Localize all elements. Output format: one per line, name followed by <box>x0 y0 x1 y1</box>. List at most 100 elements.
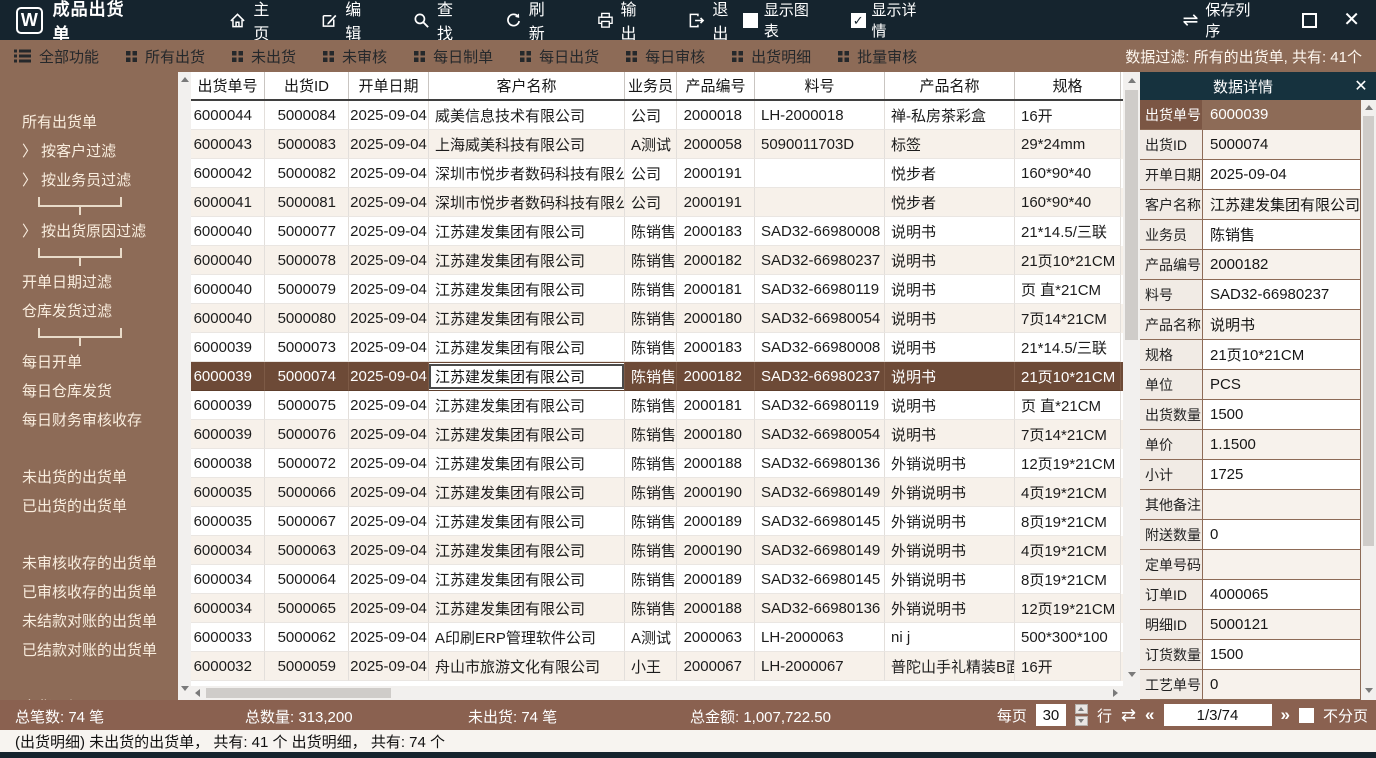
table-cell[interactable]: 5000067 <box>265 507 349 536</box>
detail-field-row[interactable]: 工艺单号0 <box>1140 670 1360 699</box>
toolbar-item-7[interactable]: 出货明细 <box>732 46 811 67</box>
scroll-up-icon[interactable] <box>181 77 189 82</box>
table-cell[interactable]: 说明书 <box>885 275 1015 304</box>
table-row[interactable]: 600003450000652025-09-04江苏建发集团有限公司陈销售200… <box>191 594 1123 623</box>
table-cell[interactable]: 5000072 <box>265 449 349 478</box>
table-cell[interactable]: 5000063 <box>265 536 349 565</box>
table-cell[interactable]: 江苏建发集团有限公司 <box>429 420 625 449</box>
toolbar-item-6[interactable]: 每日审核 <box>626 46 705 67</box>
table-cell[interactable]: 公司 <box>625 101 677 130</box>
table-cell[interactable]: SAD32-66980237 <box>755 362 885 391</box>
table-cell[interactable]: 2025-09-04 <box>349 159 429 188</box>
table-cell[interactable]: 12页19*21CM <box>1015 594 1121 623</box>
table-cell[interactable]: 2000180 <box>677 304 755 333</box>
column-header[interactable]: 料号 <box>755 72 885 99</box>
table-cell[interactable]: 陈销售 <box>625 275 677 304</box>
toolbar-item-3[interactable]: 未审核 <box>323 46 387 67</box>
table-cell[interactable]: 江苏建发集团有限公司 <box>429 565 625 594</box>
table-row[interactable]: 600004150000812025-09-04深圳市悦步者数码科技有限公司公司… <box>191 188 1123 217</box>
table-cell[interactable]: 5000073 <box>265 333 349 362</box>
table-cell[interactable]: 陈销售 <box>625 246 677 275</box>
table-cell[interactable]: 外销说明书 <box>885 449 1015 478</box>
menu-item-print[interactable]: 输出 <box>597 0 652 44</box>
sidebar-item[interactable]: 〉 按客户过滤 <box>0 137 178 166</box>
save-column-order-button[interactable]: ⇌ 保存列序 <box>1182 0 1264 41</box>
table-cell[interactable]: 外销说明书 <box>885 507 1015 536</box>
sidebar-item[interactable]: 所有出货单 <box>0 108 178 137</box>
table-cell[interactable]: 5000079 <box>265 275 349 304</box>
table-cell[interactable]: 陈销售 <box>625 304 677 333</box>
sidebar-item[interactable]: 〉 按出货原因过滤 <box>0 217 178 246</box>
table-cell[interactable]: 说明书 <box>885 217 1015 246</box>
sidebar-item[interactable]: 已出货的出货单 <box>0 492 178 521</box>
table-cell[interactable]: 2000067 <box>677 652 755 681</box>
table-row[interactable]: 600004050000802025-09-04江苏建发集团有限公司陈销售200… <box>191 304 1123 333</box>
table-cell[interactable]: 5000082 <box>265 159 349 188</box>
table-cell[interactable]: SAD32-66980119 <box>755 391 885 420</box>
detail-field-row[interactable]: 订货数量1500 <box>1140 640 1360 669</box>
table-cell[interactable]: 外销说明书 <box>885 478 1015 507</box>
per-page-input[interactable]: 30 <box>1036 704 1066 726</box>
table-cell[interactable]: 2000181 <box>677 391 755 420</box>
table-cell[interactable]: 21页10*21CM <box>1015 362 1121 391</box>
table-cell[interactable]: 公司 <box>625 188 677 217</box>
table-row[interactable]: 600004050000782025-09-04江苏建发集团有限公司陈销售200… <box>191 246 1123 275</box>
table-cell[interactable]: SAD32-66980145 <box>755 507 885 536</box>
toolbar-item-0[interactable]: 全部功能 <box>14 46 99 67</box>
table-cell[interactable]: 6000039 <box>191 362 265 391</box>
table-cell[interactable]: 深圳市悦步者数码科技有限公司 <box>429 159 625 188</box>
sidebar-item[interactable]: 未出货的出货单 <box>0 463 178 492</box>
table-row[interactable]: 600003550000662025-09-04江苏建发集团有限公司陈销售200… <box>191 478 1123 507</box>
table-cell[interactable]: 5000078 <box>265 246 349 275</box>
table-cell[interactable]: 外销说明书 <box>885 594 1015 623</box>
column-header[interactable]: 产品编号 <box>677 72 755 99</box>
table-cell[interactable]: SAD32-66980145 <box>755 565 885 594</box>
scroll-left-icon[interactable] <box>195 689 200 697</box>
table-cell[interactable]: A印刷ERP管理软件公司 <box>429 623 625 652</box>
table-cell[interactable]: 2025-09-04 <box>349 130 429 159</box>
detail-field-row[interactable]: 单价1.1500 <box>1140 430 1360 459</box>
table-cell[interactable]: 2000188 <box>677 449 755 478</box>
table-cell[interactable]: 6000044 <box>191 101 265 130</box>
table-cell[interactable]: 2025-09-04 <box>349 217 429 246</box>
table-cell[interactable]: 2025-09-04 <box>349 623 429 652</box>
detail-field-row[interactable]: 业务员陈销售 <box>1140 220 1360 249</box>
table-cell[interactable]: 2000181 <box>677 275 755 304</box>
table-cell[interactable]: 陈销售 <box>625 478 677 507</box>
table-cell[interactable]: 深圳市悦步者数码科技有限公司 <box>429 188 625 217</box>
table-cell[interactable]: 说明书 <box>885 362 1015 391</box>
table-row[interactable]: 600004050000792025-09-04江苏建发集团有限公司陈销售200… <box>191 275 1123 304</box>
table-cell[interactable]: 6000042 <box>191 159 265 188</box>
sidebar-item[interactable]: 每日财务审核收存 <box>0 406 178 435</box>
table-cell[interactable]: SAD32-66980119 <box>755 275 885 304</box>
detail-field-row[interactable]: 产品名称说明书 <box>1140 310 1360 339</box>
scroll-down-icon[interactable] <box>1128 672 1136 677</box>
sidebar-item[interactable]: 出货明细 <box>0 693 178 700</box>
table-row[interactable]: 600003950000742025-09-04江苏建发集团有限公司陈销售200… <box>191 362 1123 391</box>
table-vertical-scrollbar[interactable] <box>1123 72 1140 700</box>
table-cell[interactable]: 2000189 <box>677 507 755 536</box>
toolbar-item-5[interactable]: 每日出货 <box>520 46 599 67</box>
table-cell[interactable]: 说明书 <box>885 391 1015 420</box>
table-cell[interactable]: 2000063 <box>677 623 755 652</box>
table-cell[interactable]: 2025-09-04 <box>349 652 429 681</box>
table-cell[interactable]: 6000039 <box>191 391 265 420</box>
table-row[interactable]: 600003850000722025-09-04江苏建发集团有限公司陈销售200… <box>191 449 1123 478</box>
maximize-button[interactable] <box>1302 13 1317 28</box>
table-cell[interactable]: 上海威美科技有限公司 <box>429 130 625 159</box>
sidebar-item[interactable]: 已审核收存的出货单 <box>0 578 178 607</box>
table-cell[interactable]: 16开 <box>1015 101 1121 130</box>
table-row[interactable]: 600004250000822025-09-04深圳市悦步者数码科技有限公司公司… <box>191 159 1123 188</box>
table-cell[interactable]: LH-2000018 <box>755 101 885 130</box>
toolbar-item-2[interactable]: 未出货 <box>232 46 296 67</box>
scroll-right-icon[interactable] <box>1113 689 1118 697</box>
page-indicator-input[interactable]: 1/3/74 <box>1164 704 1272 726</box>
table-row[interactable]: 600003350000622025-09-04A印刷ERP管理软件公司A测试2… <box>191 623 1123 652</box>
panel-close-icon[interactable]: ✕ <box>1346 76 1376 96</box>
toolbar-item-8[interactable]: 批量审核 <box>838 46 917 67</box>
table-row[interactable]: 600004450000842025-09-04威美信息技术有限公司公司2000… <box>191 101 1123 130</box>
table-cell[interactable]: 6000035 <box>191 478 265 507</box>
table-cell[interactable]: 陈销售 <box>625 565 677 594</box>
table-cell[interactable]: 威美信息技术有限公司 <box>429 101 625 130</box>
table-row[interactable]: 600003950000762025-09-04江苏建发集团有限公司陈销售200… <box>191 420 1123 449</box>
